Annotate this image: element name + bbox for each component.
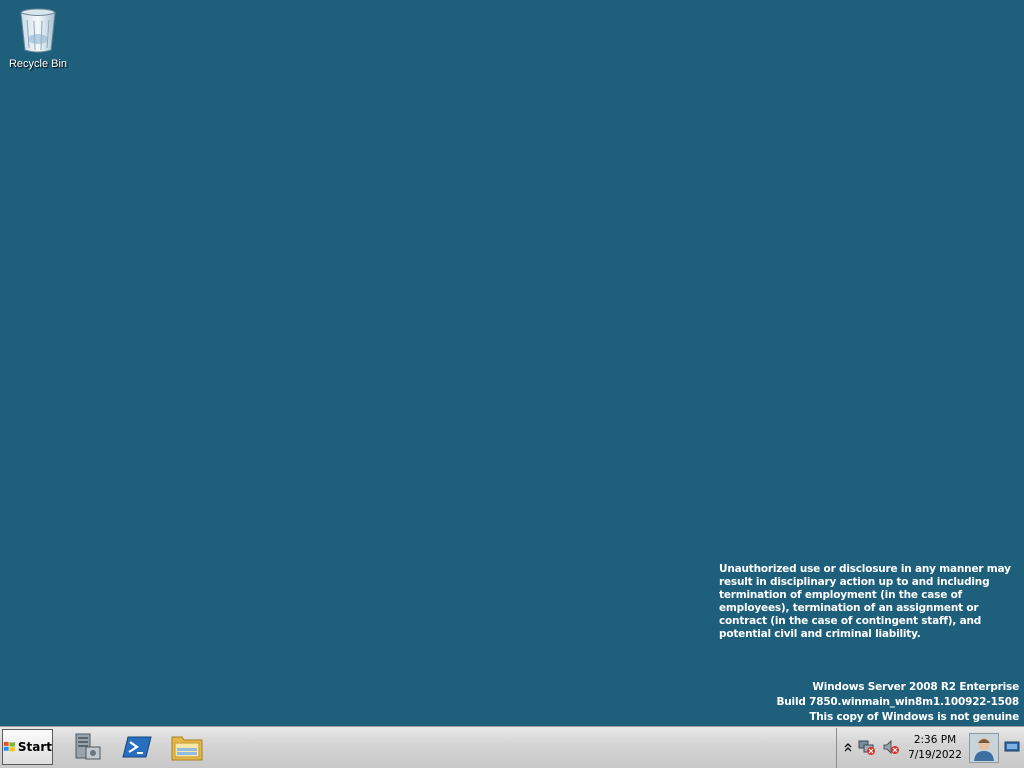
recycle-bin-icon bbox=[20, 8, 56, 53]
recycle-bin-label: Recycle Bin bbox=[8, 58, 68, 70]
windows-logo-icon bbox=[3, 741, 16, 752]
show-hidden-icons-button[interactable] bbox=[841, 739, 855, 755]
start-label: Start bbox=[17, 740, 52, 754]
watermark-build: Build 7850.winmain_win8m1.100922-1508 bbox=[776, 696, 1019, 708]
network-error-icon bbox=[858, 740, 875, 755]
watermark-edition: Windows Server 2008 R2 Enterprise bbox=[812, 681, 1019, 693]
volume-button[interactable] bbox=[881, 738, 901, 756]
windows-watermark: Windows Server 2008 R2 Enterprise Build … bbox=[776, 680, 1019, 725]
user-account-button[interactable] bbox=[969, 733, 999, 763]
network-status-button[interactable] bbox=[857, 738, 877, 756]
volume-muted-icon bbox=[883, 739, 899, 755]
show-desktop-button[interactable] bbox=[1003, 739, 1021, 755]
taskbar-windows-explorer[interactable] bbox=[170, 731, 204, 763]
show-desktop-icon bbox=[1004, 741, 1020, 752]
notification-area: 2:36 PM 7/19/2022 bbox=[836, 728, 1024, 768]
start-button[interactable]: Start bbox=[2, 729, 53, 765]
user-avatar-icon bbox=[974, 738, 994, 761]
recycle-bin-shortcut[interactable]: Recycle Bin bbox=[6, 6, 70, 70]
watermark-genuine-notice: This copy of Windows is not genuine bbox=[809, 711, 1019, 723]
taskbar-powershell[interactable] bbox=[120, 731, 154, 763]
clock-time: 2:36 PM bbox=[913, 734, 957, 746]
folder-icon bbox=[171, 736, 203, 761]
legal-notice-text: Unauthorized use or disclosure in any ma… bbox=[719, 563, 1011, 640]
desktop[interactable]: Recycle Bin Unauthorized use or disclosu… bbox=[0, 0, 1024, 726]
taskbar: Start 2:36 PM 7/19/2022 bbox=[0, 726, 1024, 768]
server-manager-icon bbox=[75, 733, 101, 760]
clock-date: 7/19/2022 bbox=[908, 749, 962, 761]
clock[interactable]: 2:36 PM 7/19/2022 bbox=[907, 733, 963, 763]
powershell-icon bbox=[122, 736, 152, 758]
taskbar-server-manager[interactable] bbox=[70, 731, 104, 763]
chevron-up-icon bbox=[844, 743, 852, 752]
